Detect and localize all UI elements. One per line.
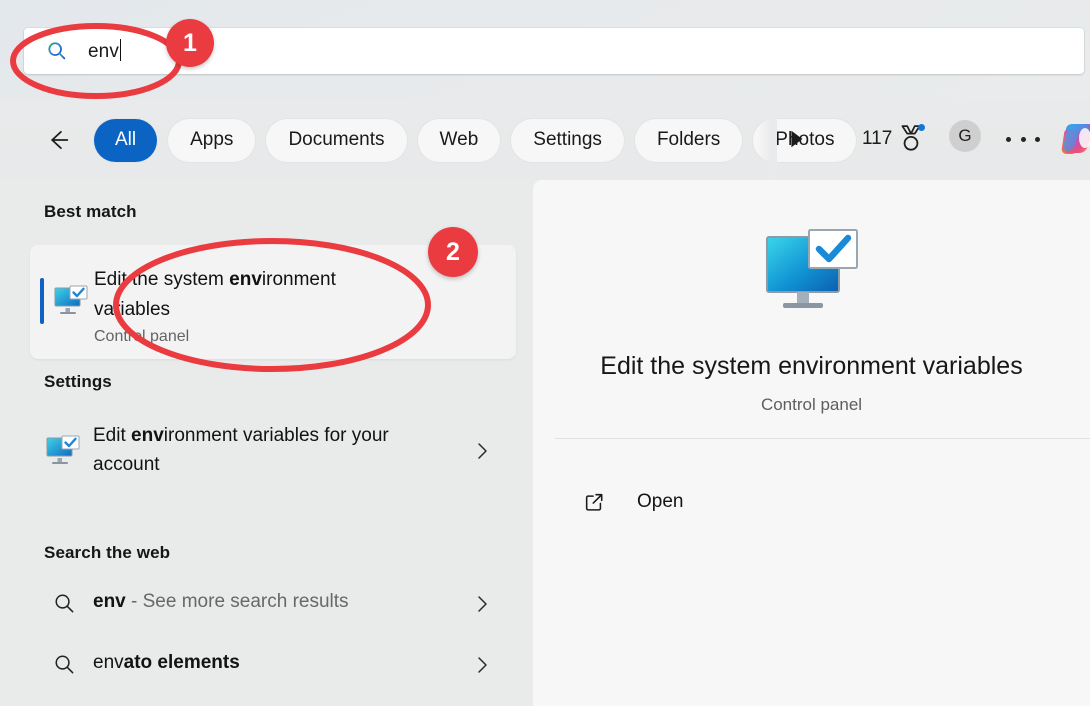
- search-results-body: Best match Edit the system environment v…: [0, 180, 1090, 706]
- web-search-row[interactable]: env - See more search results: [30, 578, 516, 630]
- web-search-label: envato elements: [93, 652, 240, 674]
- text-caret: [119, 39, 122, 61]
- magnifier-icon: [55, 594, 74, 613]
- open-action-label: Open: [637, 491, 684, 512]
- settings-result-row[interactable]: Edit environment variables for your acco…: [30, 412, 516, 490]
- title-part-prefix: Edit the system: [94, 269, 230, 290]
- label-part-highlight: env: [93, 591, 126, 612]
- chevron-right-icon: [478, 443, 487, 459]
- copilot-icon[interactable]: [1058, 118, 1090, 160]
- tab-settings[interactable]: Settings: [511, 118, 624, 162]
- filter-tab-bar: All Apps Documents Web Settings Folders …: [0, 100, 1090, 180]
- avatar[interactable]: G: [949, 120, 981, 152]
- rewards-button[interactable]: 117: [862, 124, 926, 154]
- label-part-suffix: - See more search results: [125, 591, 349, 612]
- preview-title: Edit the system environment variables: [600, 352, 1023, 380]
- control-panel-monitor-icon: [54, 285, 88, 314]
- search-input-value: env: [88, 41, 119, 62]
- divider: [555, 438, 1090, 439]
- magnifier-icon: [55, 655, 74, 674]
- tab-documents[interactable]: Documents: [266, 118, 407, 162]
- tab-overflow-fade: [757, 100, 777, 180]
- label-part-highlight: ato elements: [123, 652, 240, 673]
- web-search-row[interactable]: envato elements: [30, 639, 516, 691]
- play-right-arrow-icon[interactable]: [785, 124, 807, 154]
- control-panel-monitor-icon: [765, 229, 858, 308]
- best-match-subtitle: Control panel: [94, 328, 190, 345]
- ellipsis-dot: [1006, 136, 1011, 142]
- tab-apps[interactable]: Apps: [168, 118, 256, 162]
- annotation-badge-1: 1: [166, 19, 214, 67]
- title-part-prefix: Edit: [93, 425, 132, 446]
- title-part-highlight: env: [131, 425, 164, 446]
- ellipsis-icon[interactable]: [1006, 126, 1040, 152]
- selection-indicator: [40, 278, 44, 324]
- tab-list: All Apps Documents Web Settings Folders …: [94, 118, 867, 162]
- rewards-medal-icon: [898, 124, 926, 154]
- preview-panel: Edit the system environment variables Co…: [533, 180, 1090, 706]
- search-bar-region: env: [0, 0, 1090, 100]
- back-arrow-icon[interactable]: [44, 126, 72, 154]
- control-panel-monitor-icon: [46, 435, 80, 464]
- open-action-button[interactable]: Open: [555, 478, 955, 526]
- open-external-icon: [585, 493, 603, 511]
- web-search-label: env - See more search results: [93, 591, 349, 613]
- tab-all[interactable]: All: [94, 118, 158, 162]
- section-header-search-the-web: Search the web: [44, 543, 171, 562]
- preview-subtitle: Control panel: [760, 395, 863, 414]
- annotation-badge-2: 2: [428, 227, 478, 277]
- chevron-right-icon: [478, 596, 487, 612]
- label-part-prefix: env: [93, 652, 124, 673]
- ellipsis-dot: [1035, 136, 1040, 142]
- tab-folders[interactable]: Folders: [634, 118, 743, 162]
- rewards-count: 117: [862, 128, 893, 149]
- section-header-settings: Settings: [44, 372, 112, 391]
- search-icon: [48, 42, 66, 60]
- ellipsis-dot: [1020, 136, 1026, 142]
- chevron-right-icon: [478, 657, 487, 673]
- search-input-value-wrap: env: [88, 39, 122, 63]
- title-part-highlight: env: [229, 269, 262, 290]
- section-header-best-match: Best match: [44, 202, 137, 221]
- settings-result-title: Edit environment variables for your acco…: [93, 421, 423, 479]
- best-match-title: Edit the system environment variables: [94, 265, 394, 325]
- tab-web[interactable]: Web: [417, 118, 501, 162]
